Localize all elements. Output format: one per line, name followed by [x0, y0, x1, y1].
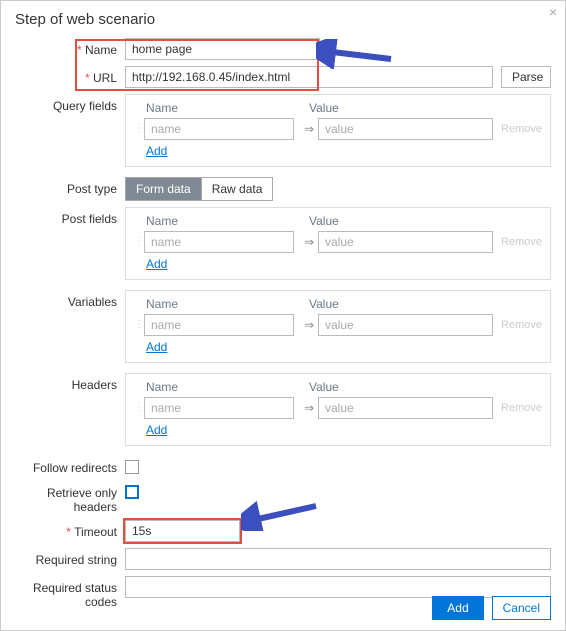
drag-handle-icon[interactable]: ⋮⋮ [134, 321, 144, 329]
row-follow-redirects: Follow redirects [15, 456, 551, 475]
kv-row: ⋮⋮ ⇒ Remove [134, 118, 542, 140]
name-input[interactable] [125, 38, 320, 60]
dialog-footer: Add Cancel [432, 596, 551, 620]
row-timeout: Timeout [15, 520, 551, 542]
post-type-raw-data[interactable]: Raw data [201, 178, 273, 200]
header-value-input[interactable] [318, 397, 493, 419]
kv-header: Name Value [134, 101, 542, 115]
variable-name-input[interactable] [144, 314, 294, 336]
post-value-input[interactable] [318, 231, 493, 253]
label-retrieve-only-headers: Retrieve only headers [15, 481, 125, 514]
col-header-name: Name [134, 380, 289, 394]
variable-value-input[interactable] [318, 314, 493, 336]
arrow-icon: ⇒ [300, 318, 318, 332]
drag-handle-icon[interactable]: ⋮⋮ [134, 125, 144, 133]
row-url: URL Parse [15, 66, 551, 88]
arrow-icon: ⇒ [300, 122, 318, 136]
post-type-form-data[interactable]: Form data [126, 178, 201, 200]
row-post-type: Post type Form data Raw data [15, 177, 551, 201]
row-name: Name [15, 38, 551, 60]
cancel-button[interactable]: Cancel [492, 596, 551, 620]
row-variables: Variables Name Value ⋮⋮ ⇒ Remove [15, 290, 551, 363]
row-retrieve-only-headers: Retrieve only headers [15, 481, 551, 514]
retrieve-only-headers-checkbox[interactable] [125, 485, 139, 499]
post-type-toggle: Form data Raw data [125, 177, 273, 201]
label-follow-redirects: Follow redirects [15, 456, 125, 475]
kv-header: Name Value [134, 297, 542, 311]
step-dialog: × Step of web scenario Name URL Parse Qu… [0, 0, 566, 631]
col-header-value: Value [309, 297, 542, 311]
remove-link[interactable]: Remove [501, 123, 542, 135]
col-header-value: Value [309, 380, 542, 394]
row-query-fields: Query fields Name Value ⋮⋮ ⇒ Remove [15, 94, 551, 167]
query-value-input[interactable] [318, 118, 493, 140]
label-variables: Variables [15, 290, 125, 309]
add-query-field-link[interactable]: Add [146, 144, 167, 158]
add-variable-link[interactable]: Add [146, 340, 167, 354]
row-headers: Headers Name Value ⋮⋮ ⇒ Remove [15, 373, 551, 446]
col-header-value: Value [309, 214, 542, 228]
col-header-value: Value [309, 101, 542, 115]
drag-handle-icon[interactable]: ⋮⋮ [134, 404, 144, 412]
add-header-link[interactable]: Add [146, 423, 167, 437]
label-required-string: Required string [15, 548, 125, 567]
headers-block: Name Value ⋮⋮ ⇒ Remove Add [125, 373, 551, 446]
kv-row: ⋮⋮ ⇒ Remove [134, 314, 542, 336]
add-button[interactable]: Add [432, 596, 483, 620]
url-input[interactable] [125, 66, 493, 88]
form: Name URL Parse Query fields Name [1, 34, 565, 609]
kv-row: ⋮⋮ ⇒ Remove [134, 231, 542, 253]
col-header-name: Name [134, 214, 289, 228]
col-header-name: Name [134, 297, 289, 311]
variables-block: Name Value ⋮⋮ ⇒ Remove Add [125, 290, 551, 363]
kv-header: Name Value [134, 380, 542, 394]
dialog-title: Step of web scenario [1, 1, 565, 34]
parse-button[interactable]: Parse [501, 66, 551, 88]
label-url: URL [15, 66, 125, 85]
remove-link[interactable]: Remove [501, 402, 542, 414]
required-string-input[interactable] [125, 548, 551, 570]
row-post-fields: Post fields Name Value ⋮⋮ ⇒ Remove [15, 207, 551, 280]
arrow-icon: ⇒ [300, 235, 318, 249]
timeout-input[interactable] [125, 520, 240, 542]
query-fields-block: Name Value ⋮⋮ ⇒ Remove Add [125, 94, 551, 167]
post-name-input[interactable] [144, 231, 294, 253]
label-name: Name [15, 38, 125, 57]
header-name-input[interactable] [144, 397, 294, 419]
label-timeout: Timeout [15, 520, 125, 539]
arrow-icon: ⇒ [300, 401, 318, 415]
drag-handle-icon[interactable]: ⋮⋮ [134, 238, 144, 246]
required-status-codes-input[interactable] [125, 576, 551, 598]
kv-row: ⋮⋮ ⇒ Remove [134, 397, 542, 419]
remove-link[interactable]: Remove [501, 236, 542, 248]
label-headers: Headers [15, 373, 125, 392]
follow-redirects-checkbox[interactable] [125, 460, 139, 474]
remove-link[interactable]: Remove [501, 319, 542, 331]
col-header-name: Name [134, 101, 289, 115]
post-fields-block: Name Value ⋮⋮ ⇒ Remove Add [125, 207, 551, 280]
add-post-field-link[interactable]: Add [146, 257, 167, 271]
kv-header: Name Value [134, 214, 542, 228]
query-name-input[interactable] [144, 118, 294, 140]
row-required-string: Required string [15, 548, 551, 570]
label-required-status-codes: Required status codes [15, 576, 125, 609]
label-query-fields: Query fields [15, 94, 125, 113]
label-post-fields: Post fields [15, 207, 125, 226]
close-icon[interactable]: × [549, 4, 557, 20]
label-post-type: Post type [15, 177, 125, 196]
